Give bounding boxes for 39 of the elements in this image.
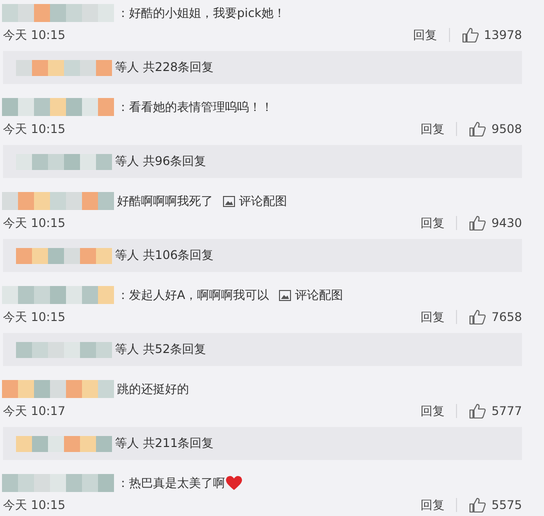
like-button[interactable]: 13978 xyxy=(462,27,522,43)
replies-summary-bar[interactable]: 等人 共52条回复 xyxy=(3,333,522,366)
thumbs-up-icon xyxy=(469,215,486,231)
replies-summary-bar[interactable]: 等人 共228条回复 xyxy=(3,51,522,84)
image-icon xyxy=(223,196,235,206)
reply-link[interactable]: 回复 xyxy=(420,214,444,232)
replies-summary-bar[interactable]: 等人 共106条回复 xyxy=(3,239,522,272)
comment-time: 今天 10:15 xyxy=(3,214,66,232)
thumbs-up-icon xyxy=(462,27,479,43)
like-button[interactable]: 9430 xyxy=(469,215,522,231)
comment-image-link[interactable]: 评论配图 xyxy=(279,286,344,304)
comment-text: ：热巴真是太美了啊 xyxy=(117,474,225,492)
reply-link[interactable]: 回复 xyxy=(412,26,437,44)
reply-link[interactable]: 回复 xyxy=(420,308,444,326)
reply-link[interactable]: 回复 xyxy=(420,402,444,420)
comment-text: 好酷啊啊啊我死了 xyxy=(117,192,213,210)
reply-link[interactable]: 回复 xyxy=(420,120,444,138)
comment-text: 跳的还挺好的 xyxy=(117,380,189,398)
thumbs-up-icon xyxy=(469,121,486,137)
reply-link[interactable]: 回复 xyxy=(420,496,444,514)
replies-summary-bar[interactable]: 等人 共96条回复 xyxy=(3,145,522,178)
comment-text: ：发起人好A，啊啊啊我可以 xyxy=(117,286,270,304)
comment-text: ：好酷的小姐姐，我要pick她！ xyxy=(117,4,286,22)
like-button[interactable]: 7658 xyxy=(469,309,522,325)
comment-time: 今天 10:15 xyxy=(3,120,66,138)
comment-image-link[interactable]: 评论配图 xyxy=(223,192,287,210)
comment-time: 今天 10:17 xyxy=(3,402,66,420)
thumbs-up-icon xyxy=(469,497,486,513)
comment-time: 今天 10:15 xyxy=(3,26,66,44)
comment-text: ：看看她的表情管理呜呜！！ xyxy=(117,98,273,116)
comment-time: 今天 10:15 xyxy=(3,308,66,326)
like-button[interactable]: 5575 xyxy=(469,497,522,513)
like-button[interactable]: 5777 xyxy=(469,403,522,419)
like-button[interactable]: 9508 xyxy=(469,121,522,137)
image-icon xyxy=(279,290,292,300)
thumbs-up-icon xyxy=(469,403,486,419)
replies-summary-bar[interactable]: 等人 共211条回复 xyxy=(3,427,522,460)
comment-time: 今天 10:15 xyxy=(3,496,66,514)
thumbs-up-icon xyxy=(469,309,486,325)
